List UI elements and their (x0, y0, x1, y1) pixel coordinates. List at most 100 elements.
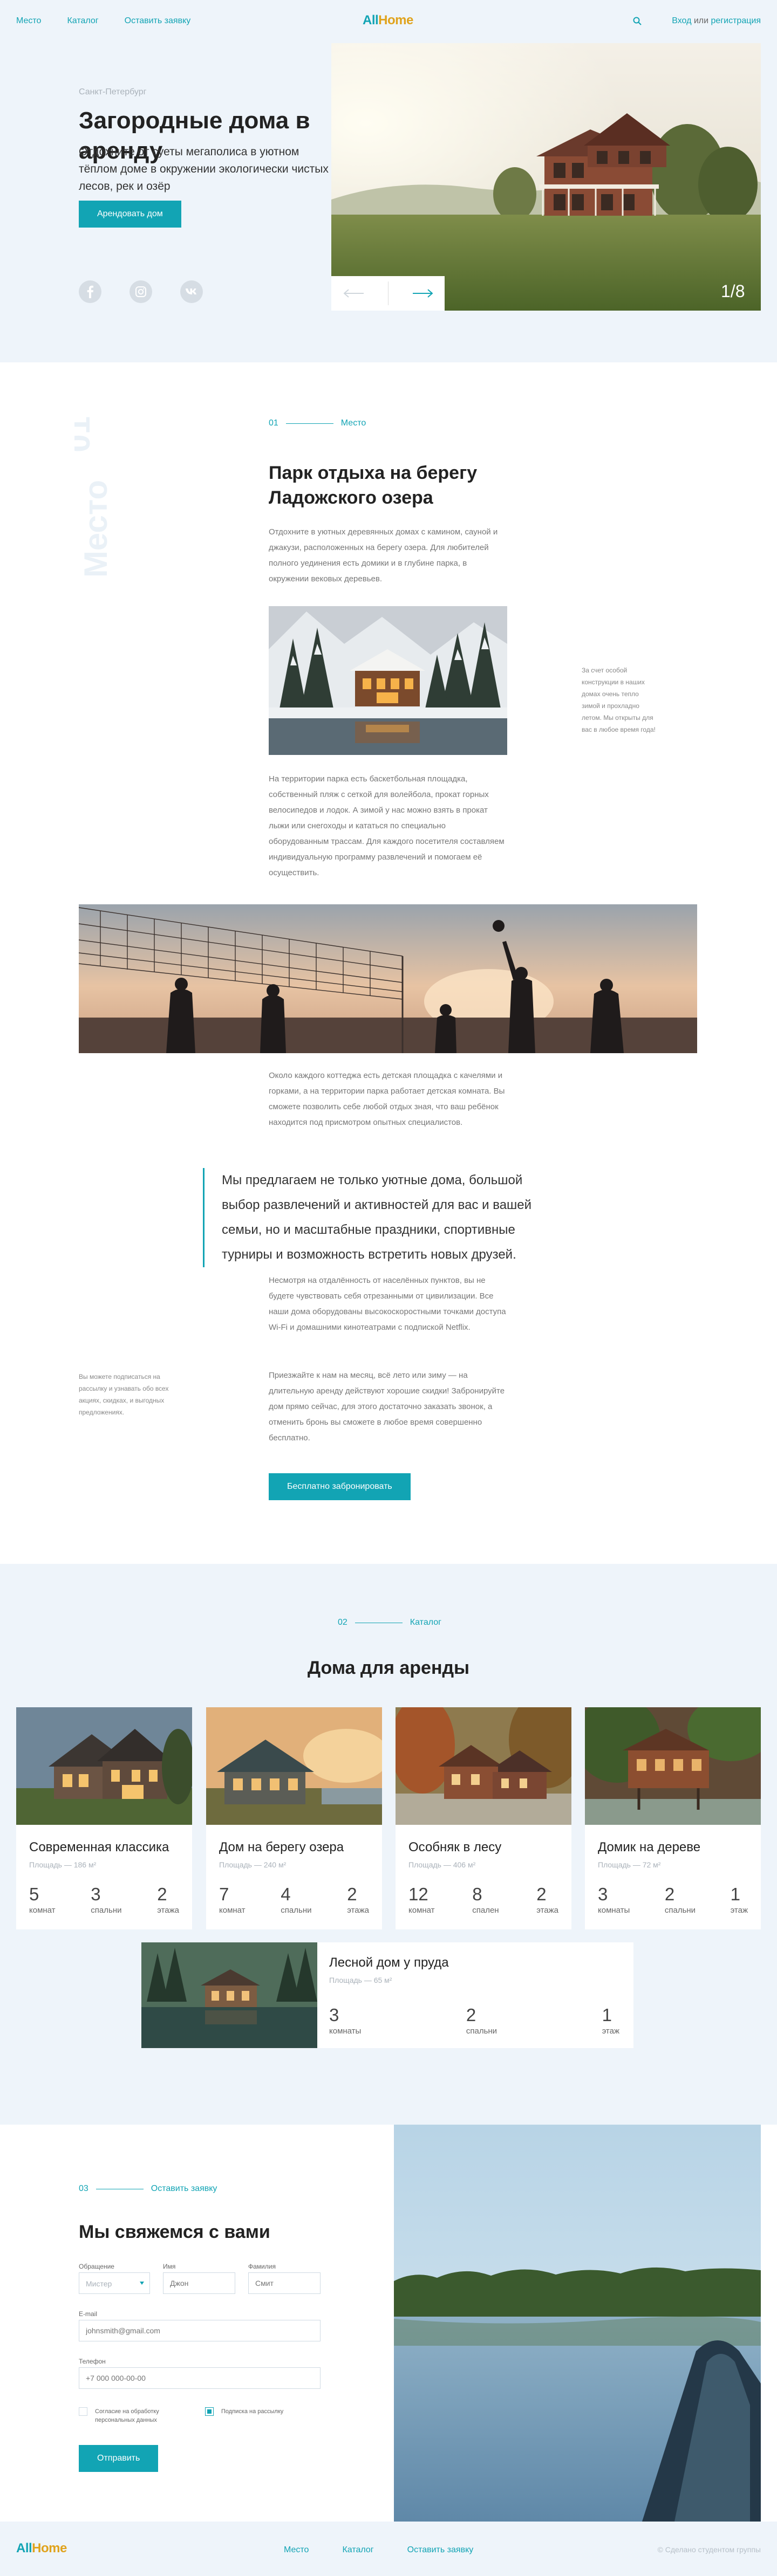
house-card[interactable]: Современная классика Площадь — 186 м² 5 к… (16, 1707, 192, 1929)
rent-house-button[interactable]: Арендовать дом (79, 201, 181, 228)
stat-number: 2 (347, 1884, 357, 1904)
eyebrow-label: Оставить заявку (151, 2184, 217, 2193)
consent-checkbox[interactable]: Согласие на обработку персональных данны… (79, 2407, 187, 2424)
stat-label: комнат (29, 1906, 56, 1915)
house-card[interactable]: Особняк в лесу Площадь — 406 м² 12 комнат… (396, 1707, 571, 1929)
login-link[interactable]: Вход (672, 16, 691, 25)
stat-rooms: 3 комнаты (329, 2005, 361, 2036)
place-paragraph-3: Около каждого коттеджа есть детская площ… (269, 1071, 505, 1127)
salutation-label: Обращение (79, 2263, 114, 2270)
logo-part-all: All (363, 13, 379, 28)
email-input[interactable] (79, 2320, 321, 2341)
stat-floors: 1 этаж (731, 1884, 748, 1915)
house-name: Особняк в лесу (408, 1840, 502, 1854)
free-booking-button[interactable]: Бесплатно забронировать (269, 1473, 411, 1500)
eyebrow-number: 02 (338, 1618, 347, 1627)
vertical-number: 01 (74, 416, 97, 452)
stat-rooms: 5 комнат (29, 1884, 56, 1915)
house-photo (396, 1707, 571, 1825)
footer-nav-catalog[interactable]: Каталог (342, 2545, 373, 2555)
register-link[interactable]: регистрация (711, 16, 761, 25)
stat-bedrooms: 2 спальни (665, 1884, 696, 1915)
stat-bedrooms: 3 спальни (91, 1884, 121, 1915)
place-paragraph-5: Приезжайте к нам на месяц, всё лето или … (269, 1371, 505, 1442)
salutation-select[interactable]: Мистер (79, 2272, 150, 2294)
stat-rooms: 12 комнат (408, 1884, 435, 1915)
stat-number: 3 (91, 1884, 101, 1904)
stat-number: 2 (157, 1884, 167, 1904)
checkbox-box-checked[interactable] (205, 2407, 214, 2416)
arrow-left-icon[interactable] (343, 288, 365, 299)
place-title: Парк отдыха на берегу Ладожского озера (269, 463, 478, 508)
last-name-input[interactable] (248, 2272, 321, 2294)
winter-cabin-photo (269, 606, 507, 755)
house-card[interactable]: Лесной дом у пруда Площадь — 65 м² 3 комн… (141, 1942, 633, 2048)
email-label: E-mail (79, 2310, 98, 2318)
instagram-icon[interactable] (130, 280, 152, 303)
stat-floors: 1 этаж (602, 2005, 619, 2036)
house-area: Площадь — 406 м² (408, 1860, 476, 1869)
footer-logo[interactable]: AllHome (16, 2541, 67, 2556)
facebook-icon[interactable] (79, 280, 101, 303)
footer-nav-place[interactable]: Место (284, 2545, 309, 2555)
arrow-right-icon[interactable] (412, 288, 433, 299)
last-name-label: Фамилия (248, 2263, 276, 2270)
stat-bedrooms: 2 спальни (466, 2005, 497, 2036)
checkbox-box[interactable] (79, 2407, 87, 2416)
house-card[interactable]: Домик на дереве Площадь — 72 м² 3 комнаты… (585, 1707, 761, 1929)
consent-label: Согласие на обработку персональных данны… (95, 2408, 159, 2423)
stat-number: 12 (408, 1884, 428, 1904)
place-side-note-1: За счет особой конструкции в наших домах… (582, 667, 656, 733)
stat-label: этажа (347, 1906, 369, 1915)
header-actions: Вход или регистрация (633, 16, 761, 26)
place-paragraph-4: Несмотря на отдалённость от населённых п… (269, 1276, 506, 1332)
stat-label: спален (472, 1906, 499, 1915)
stat-number: 2 (664, 1884, 675, 1904)
stat-label: спальни (91, 1906, 122, 1915)
hero-slider-controls (331, 276, 445, 311)
phone-input[interactable] (79, 2367, 321, 2389)
stat-label: этажа (536, 1906, 558, 1915)
house-name: Дом на берегу озера (219, 1840, 344, 1854)
contact-section: 03 Оставить заявку Мы свяжемся с вами Обр… (0, 2125, 777, 2522)
submit-button[interactable]: Отправить (79, 2445, 159, 2472)
catalog-title: Дома для аренды (307, 1658, 470, 1678)
nav-item-place[interactable]: Место (16, 16, 41, 26)
stat-number: 7 (219, 1884, 229, 1904)
stat-floors: 2 этажа (157, 1884, 179, 1915)
vertical-word: Место (78, 480, 114, 578)
stat-number: 4 (281, 1884, 291, 1904)
stat-floors: 2 этажа (536, 1884, 558, 1915)
nav-item-catalog[interactable]: Каталог (67, 16, 98, 26)
footer-nav-request[interactable]: Оставить заявку (407, 2545, 474, 2555)
house-photo (141, 1942, 317, 2048)
vk-icon[interactable] (180, 280, 203, 303)
search-icon[interactable] (633, 17, 642, 25)
eyebrow-label: Каталог (410, 1618, 441, 1627)
site-footer: AllHome Место Каталог Оставить заявку © … (0, 2522, 777, 2576)
auth-links: Вход или регистрация (672, 16, 761, 26)
copyright: © Сделано студентом группы (657, 2545, 761, 2554)
eyebrow-number: 01 (269, 418, 278, 428)
stat-number: 1 (602, 2005, 612, 2025)
place-section: 01 Место 01 Место Парк отдыха на берегу Л… (0, 362, 777, 1564)
house-card[interactable]: Дом на берегу озера Площадь — 240 м² 7 ко… (206, 1707, 382, 1929)
house-area: Площадь — 65 м² (329, 1976, 392, 1984)
first-name-input[interactable] (163, 2272, 235, 2294)
newsletter-checkbox[interactable]: Подписка на рассылку (205, 2407, 313, 2416)
first-name-label: Имя (163, 2263, 176, 2270)
house-name: Современная классика (29, 1840, 169, 1854)
stat-number: 5 (29, 1884, 39, 1904)
stat-rooms: 7 комнат (219, 1884, 246, 1915)
stat-number: 2 (466, 2005, 476, 2025)
auth-separator: или (693, 16, 709, 25)
salutation-value: Мистер (86, 2279, 112, 2288)
main-nav: Место Каталог Оставить заявку (16, 16, 190, 26)
stat-number: 2 (536, 1884, 547, 1904)
eyebrow-number: 03 (79, 2184, 88, 2193)
stat-label: этаж (602, 2027, 619, 2036)
house-area: Площадь — 72 м² (598, 1860, 661, 1869)
nav-item-request[interactable]: Оставить заявку (125, 16, 191, 26)
catalog-section: 02 Каталог Дома для аренды Современная кл… (0, 1564, 777, 2125)
site-logo[interactable]: AllHome (363, 13, 413, 28)
